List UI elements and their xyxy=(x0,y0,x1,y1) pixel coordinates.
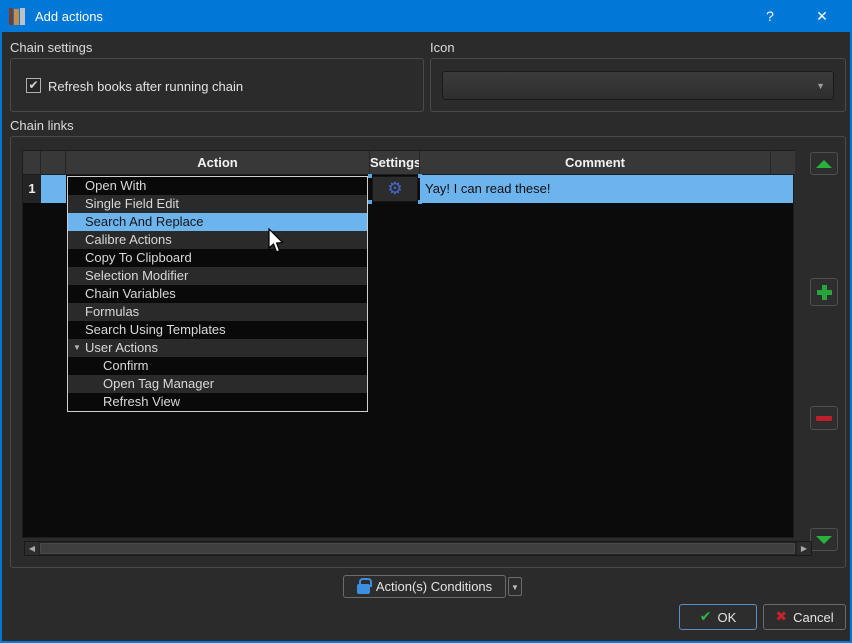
table-comment-column-header[interactable]: Comment xyxy=(420,151,771,175)
x-icon: ✖ xyxy=(775,609,788,625)
window-title: Add actions xyxy=(35,8,103,24)
dropdown-item-chain-variables[interactable]: Chain Variables xyxy=(68,285,367,303)
row-1-header[interactable]: 1 xyxy=(23,175,41,203)
move-down-button[interactable] xyxy=(810,528,838,551)
table-clipped-column-header xyxy=(771,151,795,175)
mouse-cursor xyxy=(268,228,284,253)
titlebar[interactable]: Add actions ? ✕ xyxy=(2,0,850,32)
dropdown-item-calibre-actions[interactable]: Calibre Actions xyxy=(68,231,367,249)
add-icon xyxy=(816,284,832,300)
conditions-menu-button[interactable]: ▼ xyxy=(508,577,522,596)
row-1-comment-cell[interactable]: Yay! I can read these! xyxy=(420,175,771,203)
move-up-icon xyxy=(816,159,832,168)
check-icon: ✔ xyxy=(699,609,712,625)
help-button[interactable]: ? xyxy=(748,0,792,32)
dropdown-item-copy-to-clipboard[interactable]: Copy To Clipboard xyxy=(68,249,367,267)
settings-button[interactable]: ⚙ xyxy=(372,176,418,202)
remove-row-button[interactable] xyxy=(810,406,838,430)
row-1-blank-cell[interactable] xyxy=(41,175,66,203)
dropdown-item-open-tag-manager[interactable]: Open Tag Manager xyxy=(68,375,367,393)
icon-combobox[interactable]: ▼ xyxy=(442,71,834,100)
action-dropdown-list: Open With Single Field Edit Search And R… xyxy=(67,176,368,412)
refresh-books-checkbox[interactable]: ✔ xyxy=(26,78,41,93)
dropdown-item-single-field-edit[interactable]: Single Field Edit xyxy=(68,195,367,213)
actions-conditions-label: Action(s) Conditions xyxy=(375,579,493,594)
refresh-books-checkbox-label[interactable]: Refresh books after running chain xyxy=(48,79,243,94)
remove-icon xyxy=(816,415,832,421)
tree-expand-icon[interactable]: ▼ xyxy=(73,339,81,357)
gear-icon: ⚙ xyxy=(387,178,403,199)
scrollbar-thumb[interactable] xyxy=(40,543,795,554)
dropdown-item-confirm[interactable]: Confirm xyxy=(68,357,367,375)
table-settings-column-header[interactable]: Settings xyxy=(370,151,420,175)
chain-links-label: Chain links xyxy=(10,118,74,133)
move-down-icon xyxy=(816,535,832,544)
cell-selection-handle xyxy=(368,174,372,178)
row-1-clipped-cell[interactable] xyxy=(771,175,793,203)
add-row-button[interactable] xyxy=(810,278,838,306)
dropdown-item-user-actions[interactable]: ▼ User Actions xyxy=(68,339,367,357)
chevron-down-icon: ▼ xyxy=(816,81,825,91)
horizontal-scrollbar[interactable]: ◀ ▶ xyxy=(24,541,812,556)
dropdown-item-search-using-templates[interactable]: Search Using Templates xyxy=(68,321,367,339)
cancel-button-label: Cancel xyxy=(793,609,834,625)
add-actions-dialog: Add actions ? ✕ Chain settings ✔ Refresh… xyxy=(0,0,852,643)
dropdown-item-formulas[interactable]: Formulas xyxy=(68,303,367,321)
dropdown-item-open-with[interactable]: Open With xyxy=(68,177,367,195)
scroll-left-icon[interactable]: ◀ xyxy=(25,542,39,555)
icon-label: Icon xyxy=(430,40,455,55)
actions-conditions-button[interactable]: Action(s) Conditions xyxy=(343,575,506,598)
chevron-down-icon: ▼ xyxy=(511,583,519,592)
scroll-right-icon[interactable]: ▶ xyxy=(797,542,811,555)
cancel-button[interactable]: ✖ Cancel xyxy=(763,604,846,630)
dropdown-item-selection-modifier[interactable]: Selection Modifier xyxy=(68,267,367,285)
calibre-books-icon xyxy=(9,7,26,25)
table-action-column-header[interactable]: Action xyxy=(66,151,370,175)
table-blank-column-header xyxy=(41,151,66,175)
ok-button-label: OK xyxy=(717,609,737,625)
lock-icon xyxy=(356,578,372,594)
chain-settings-label: Chain settings xyxy=(10,40,93,55)
row-1-settings-cell[interactable]: ⚙ xyxy=(368,174,422,204)
table-corner-header xyxy=(23,151,41,175)
cell-selection-handle xyxy=(368,200,372,204)
move-up-button[interactable] xyxy=(810,152,838,175)
ok-button[interactable]: ✔ OK xyxy=(679,604,757,630)
dropdown-item-refresh-view[interactable]: Refresh View xyxy=(68,393,367,411)
close-button[interactable]: ✕ xyxy=(800,0,844,32)
dropdown-item-search-and-replace[interactable]: Search And Replace xyxy=(68,213,367,231)
